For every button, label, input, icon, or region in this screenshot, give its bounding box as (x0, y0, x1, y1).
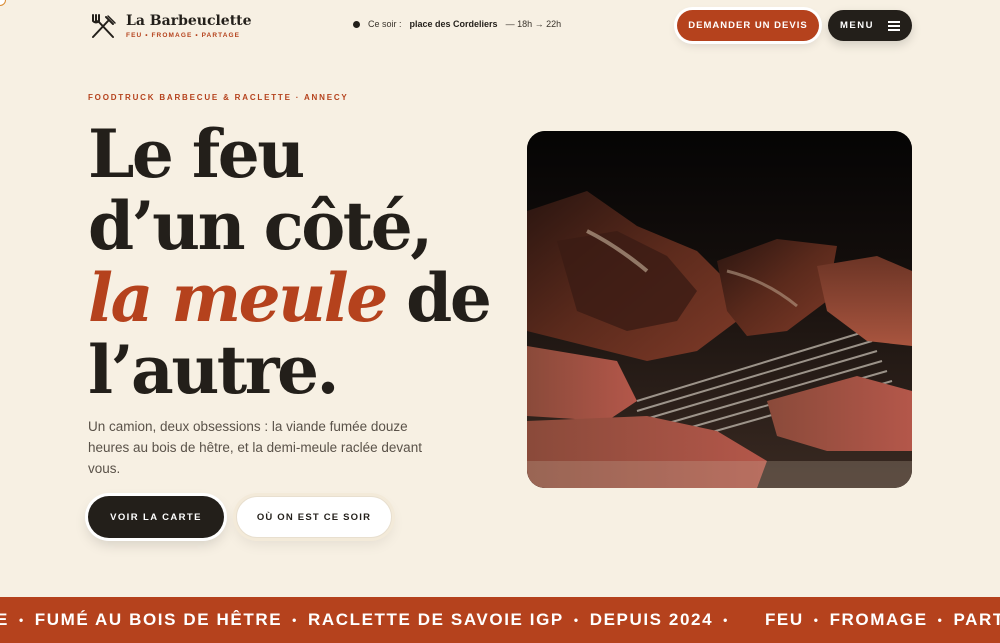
marquee-separator: • (813, 613, 820, 627)
site-header: La Barbeuclette FEU • FROMAGE • PARTAGE … (0, 0, 1000, 50)
view-menu-button[interactable]: VOIR LA CARTE (88, 496, 224, 538)
headline-line-1: Le feu (88, 115, 305, 193)
headline-line-4: l’autre. (88, 331, 340, 409)
tonight-location: Ce soir : place des Cordeliers — 18h → 2… (353, 19, 561, 29)
marquee-separator: • (723, 613, 729, 627)
marquee-item: FUMÉ AU BOIS DE HÊTRE (34, 610, 283, 629)
hero-headline: Le feu d’un côté, la meule de l’autre. (88, 118, 508, 406)
request-quote-button[interactable]: DEMANDER UN DEVIS (677, 10, 819, 41)
brand-tagline: FEU • FROMAGE • PARTAGE (126, 32, 241, 39)
menu-label: MENU (840, 20, 874, 31)
headline-line-3-rest: de (385, 259, 492, 337)
grill-illustration (527, 131, 912, 488)
headline-line-2: d’un côté, (88, 187, 433, 265)
crossed-utensils-icon (92, 14, 116, 38)
marquee-banner: E • FUMÉ AU BOIS DE HÊTRE • RACLETTE DE SAVO… (0, 597, 1000, 643)
tonight-hours: — 18h → 22h (505, 19, 562, 29)
tonight-place: place des Cordeliers (409, 19, 498, 29)
headline-accent: la meule (88, 259, 388, 337)
marquee-separator: • (292, 613, 298, 627)
marquee-item: DEPUIS 2024 (589, 610, 714, 629)
find-us-tonight-button[interactable]: OÙ ON EST CE SOIR (236, 496, 392, 538)
brand-name: La Barbeuclette (126, 13, 252, 29)
hamburger-icon (887, 21, 900, 31)
marquee-item: FEU (764, 610, 804, 629)
hero-grilled-meat-photo (527, 131, 912, 488)
marquee-item: PARTAGE (953, 610, 1000, 629)
marquee-separator: • (573, 613, 580, 627)
brand-logo[interactable]: La Barbeuclette FEU • FROMAGE • PARTAGE (88, 12, 252, 42)
hero-eyebrow: FOODTRUCK BARBECUE & RACLETTE · ANNECY (88, 93, 349, 102)
marquee-separator: • (937, 613, 944, 627)
live-dot-icon (353, 20, 360, 28)
marquee-item: RACLETTE DE SAVOIE IGP (307, 610, 564, 629)
marquee-separator: • (18, 613, 25, 627)
marquee-item: E (0, 610, 9, 629)
marquee-item: FROMAGE (829, 610, 928, 629)
hero-lede: Un camion, deux obsessions : la viande f… (88, 419, 422, 476)
tonight-label: Ce soir : (368, 19, 402, 29)
menu-button[interactable]: MENU (828, 10, 912, 41)
marquee-track: E • FUMÉ AU BOIS DE HÊTRE • RACLETTE DE SAVO… (0, 610, 1000, 630)
